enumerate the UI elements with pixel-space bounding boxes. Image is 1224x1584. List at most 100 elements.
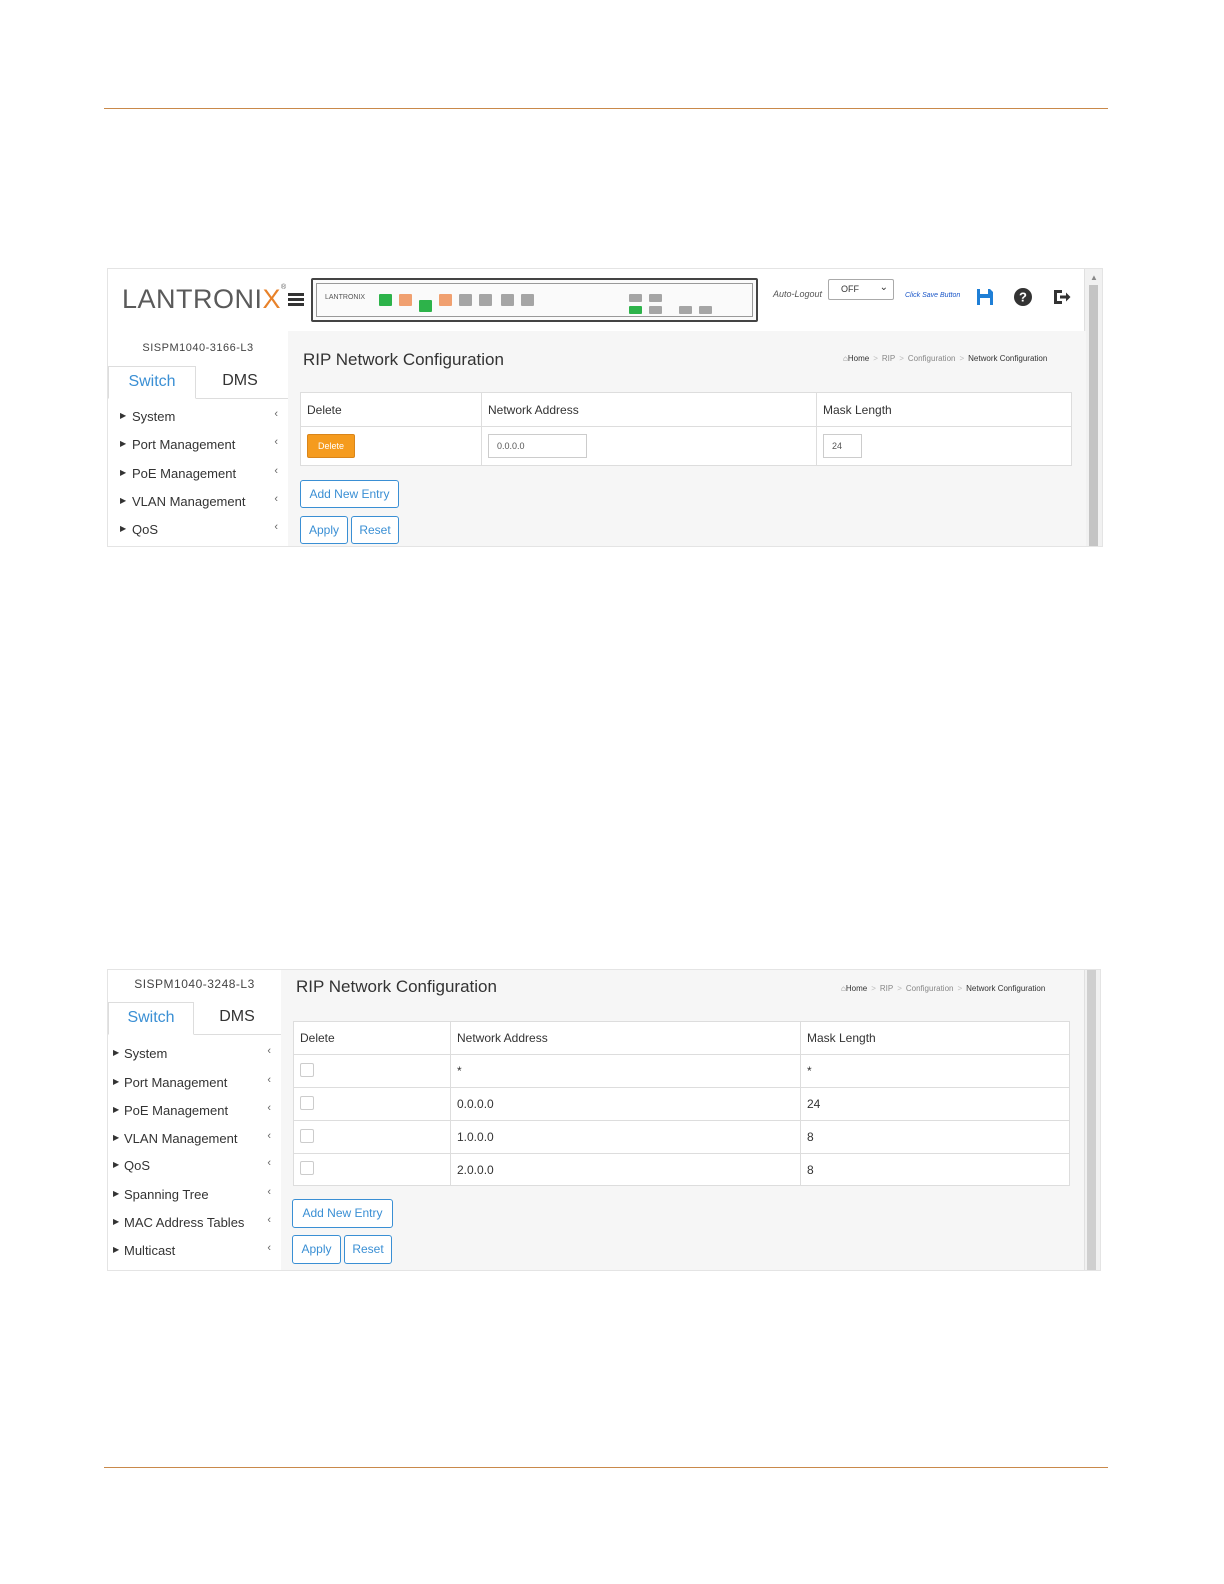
- tab-switch[interactable]: Switch: [108, 366, 196, 399]
- sidebar-item-poe-management[interactable]: ▶ PoE Management ‹: [108, 1099, 279, 1127]
- sidebar-item-port-management[interactable]: ▶ Port Management ‹: [108, 433, 286, 461]
- sidebar-item-port-management[interactable]: ▶ Port Management ‹: [108, 1071, 279, 1099]
- sidebar-item-poe-management[interactable]: ▶ PoE Management ‹: [108, 462, 286, 490]
- port-3[interactable]: [399, 294, 412, 306]
- network-address-cell: 2.0.0.0: [450, 1153, 801, 1186]
- reset-button[interactable]: Reset: [351, 516, 399, 544]
- col-header-delete: Delete: [300, 392, 482, 427]
- port-18[interactable]: [629, 306, 642, 314]
- network-address-input[interactable]: 0.0.0.0: [488, 434, 587, 458]
- network-address-cell: 0.0.0.0: [450, 1087, 801, 1121]
- caret-right-icon: ▶: [113, 1077, 120, 1086]
- main-content: RIP Network Configuration ⌂Home > RIP > Conf…: [281, 970, 1084, 1270]
- sidebar-item-qos[interactable]: ▶ QoS ‹: [108, 1154, 279, 1182]
- bottom-divider-rule: [104, 1467, 1108, 1468]
- network-address-cell: 1.0.0.0: [450, 1120, 801, 1154]
- apply-button[interactable]: Apply: [292, 1235, 341, 1264]
- help-icon[interactable]: ?: [1013, 287, 1033, 307]
- port-11[interactable]: [479, 294, 492, 306]
- scrollbar-thumb[interactable]: [1089, 285, 1098, 546]
- sidebar-item-mac-address-tables[interactable]: ▶ MAC Address Tables ‹: [108, 1211, 279, 1239]
- chevron-left-icon: ‹: [267, 1102, 271, 1114]
- sidebar-item-vlan-management[interactable]: ▶ VLAN Management ‹: [108, 1127, 279, 1155]
- breadcrumb-configuration[interactable]: Configuration: [906, 984, 954, 993]
- autologout-label: Auto-Logout: [773, 289, 823, 299]
- page-title: RIP Network Configuration: [303, 350, 504, 369]
- delete-checkbox[interactable]: [300, 1161, 314, 1175]
- top-divider-rule: [104, 108, 1108, 109]
- delete-checkbox[interactable]: [300, 1128, 314, 1143]
- table-row: Delete 0.0.0.0 24: [300, 426, 1072, 466]
- reset-button[interactable]: Reset: [344, 1235, 392, 1264]
- sidebar: SISPM1040-3248-L3 Switch DMS ▶ System ‹ ▶ P…: [108, 970, 281, 1270]
- chevron-left-icon: ‹: [267, 1045, 271, 1057]
- sidebar-item-system[interactable]: ▶ System ‹: [108, 405, 286, 433]
- add-new-entry-button[interactable]: Add New Entry: [300, 480, 399, 508]
- caret-right-icon: ▶: [120, 411, 127, 420]
- autologout-select[interactable]: OFF ⌄: [828, 279, 894, 300]
- caret-right-icon: ▶: [120, 439, 127, 448]
- chevron-left-icon: ‹: [274, 408, 278, 420]
- breadcrumb: ⌂Home > RIP > Configuration > Network Configur…: [841, 984, 1046, 993]
- sidebar-tabs: Switch DMS: [108, 366, 288, 399]
- sidebar: SISPM1040-3166-L3 Switch DMS ▶ System ‹ ▶ P…: [108, 331, 288, 546]
- breadcrumb-home[interactable]: Home: [848, 354, 869, 363]
- delete-button[interactable]: Delete: [307, 434, 356, 458]
- caret-right-icon: ▶: [113, 1245, 120, 1254]
- port-17[interactable]: [629, 294, 642, 302]
- port-20[interactable]: [649, 306, 662, 314]
- chevron-left-icon: ‹: [274, 436, 278, 448]
- port-9[interactable]: [459, 294, 472, 306]
- save-icon[interactable]: [975, 287, 995, 307]
- scrollbar[interactable]: [1084, 970, 1100, 1270]
- port-13[interactable]: [501, 294, 514, 306]
- logout-icon[interactable]: [1051, 287, 1071, 307]
- breadcrumb-configuration[interactable]: Configuration: [908, 354, 956, 363]
- sidebar-item-spanning-tree[interactable]: ▶ Spanning Tree ‹: [108, 1183, 279, 1211]
- sidebar-item-qos[interactable]: ▶ QoS ‹: [108, 518, 286, 546]
- tab-dms[interactable]: DMS: [196, 366, 284, 399]
- port-5[interactable]: [419, 300, 432, 312]
- add-new-entry-button[interactable]: Add New Entry: [292, 1199, 393, 1228]
- network-address-cell: *: [450, 1054, 801, 1088]
- delete-checkbox[interactable]: [300, 1095, 314, 1110]
- caret-right-icon: ▶: [113, 1105, 120, 1114]
- sidebar-item-multicast[interactable]: ▶ Multicast ‹: [108, 1239, 279, 1267]
- device-model: SISPM1040-3166-L3: [142, 342, 254, 354]
- scrollbar-thumb[interactable]: [1087, 970, 1096, 1270]
- main-content: RIP Network Configuration ⌂Home > RIP > Conf…: [288, 331, 1086, 546]
- mask-length-cell: 8: [800, 1153, 1070, 1186]
- tab-switch[interactable]: Switch: [108, 1002, 194, 1035]
- mask-length-cell: 24: [800, 1087, 1070, 1121]
- breadcrumb-home[interactable]: Home: [846, 984, 867, 993]
- tab-dms[interactable]: DMS: [194, 1002, 280, 1035]
- col-header-mask-length: Mask Length: [816, 392, 1072, 427]
- chevron-left-icon: ‹: [274, 465, 278, 477]
- table-row: 2.0.0.0 8: [293, 1153, 1070, 1186]
- port-22[interactable]: [699, 306, 712, 314]
- port-21[interactable]: [679, 306, 692, 314]
- hamburger-icon[interactable]: [288, 293, 304, 307]
- port-7[interactable]: [439, 294, 452, 306]
- chevron-left-icon: ‹: [274, 521, 278, 533]
- port-1[interactable]: [379, 294, 392, 306]
- save-hint: Click Save Button: [905, 292, 961, 299]
- sidebar-item-system[interactable]: ▶ System ‹: [108, 1042, 279, 1070]
- breadcrumb-rip[interactable]: RIP: [882, 354, 895, 363]
- scroll-up-icon[interactable]: ▲: [1090, 273, 1098, 282]
- table-header-row: Delete Network Address Mask Length: [293, 1021, 1070, 1055]
- chevron-left-icon: ‹: [267, 1130, 271, 1142]
- mask-length-input[interactable]: 24: [823, 434, 862, 458]
- sidebar-item-vlan-management[interactable]: ▶ VLAN Management ‹: [108, 490, 286, 518]
- apply-button[interactable]: Apply: [300, 516, 348, 544]
- port-15[interactable]: [521, 294, 534, 306]
- port-19[interactable]: [649, 294, 662, 302]
- delete-checkbox[interactable]: [300, 1062, 314, 1077]
- device-port-panel: LANTRONIX: [311, 278, 758, 322]
- caret-right-icon: ▶: [113, 1133, 120, 1142]
- table-row: * *: [293, 1054, 1070, 1088]
- scrollbar[interactable]: ▲: [1084, 269, 1102, 546]
- screenshot-rip-network-single-entry: LANTRONIX® LANTRONIX Auto-Logout OFF ⌄ C…: [107, 268, 1103, 547]
- device-model: SISPM1040-3248-L3: [134, 977, 255, 991]
- breadcrumb-rip[interactable]: RIP: [880, 984, 893, 993]
